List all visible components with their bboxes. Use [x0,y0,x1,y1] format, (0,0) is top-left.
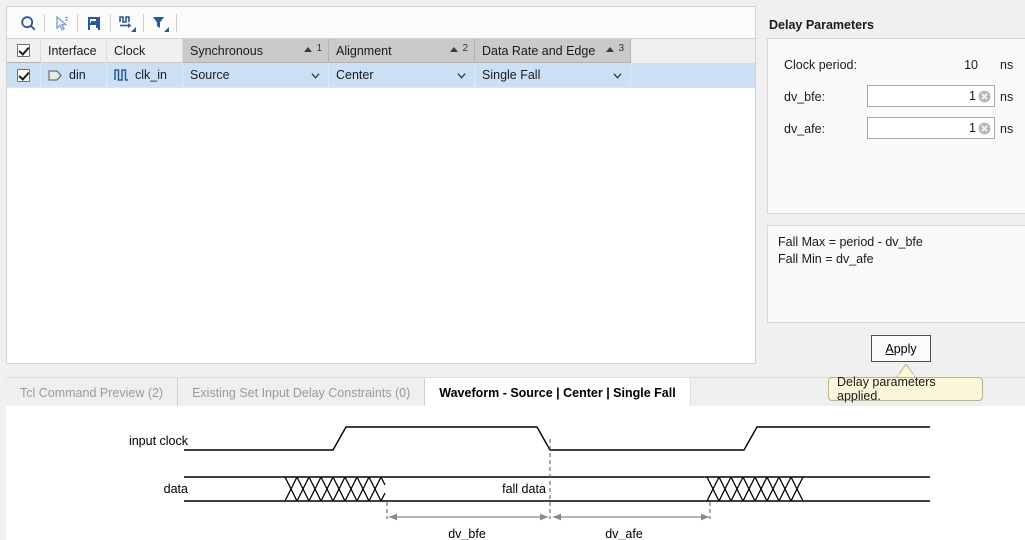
clear-icon[interactable] [978,90,991,103]
cell-data-rate-and-edge[interactable]: Single Fall [475,63,631,88]
dv-bfe-field[interactable] [876,89,976,103]
column-header-data-rate-and-edge[interactable]: Data Rate and Edge 3 [475,39,631,63]
tooltip: Delay parameters applied. [828,375,983,403]
dv-bfe-dimension-label: dv_bfe [448,527,486,540]
dv-afe-input[interactable] [867,117,995,139]
delay-parameters-title: Delay Parameters [769,18,874,32]
dv-bfe-unit: ns [1000,90,1014,104]
tab-label: Tcl Command Preview (2) [20,385,164,400]
cell-data-rate-label: Single Fall [482,68,541,82]
cell-alignment[interactable]: Center [329,63,475,88]
chevron-down-icon[interactable] [311,71,320,80]
fall-data-label: fall data [502,482,546,496]
cell-synchronous-label: Source [190,68,230,82]
sort-ascending-icon [606,47,614,52]
dv-afe-dimension [553,513,709,521]
column-header-alignment[interactable]: Alignment 2 [329,39,475,63]
input-delay-constraint-dialog: Interface Clock Synchronous 1 Alignment … [0,0,1025,540]
select-cursor-icon[interactable] [48,10,74,36]
clock-waveform-icon [114,69,128,81]
sort-ascending-icon [304,47,312,52]
dv-bfe-label: dv_bfe: [784,90,826,104]
input-clock-trace [184,426,930,451]
data-label: data [164,482,188,496]
dv-bfe-input[interactable] [867,85,995,107]
cell-interface: din [41,63,107,88]
tooltip-text: Delay parameters applied. [837,375,936,403]
column-header-clock[interactable]: Clock [107,39,183,63]
cell-clock: clk_in [107,63,183,88]
sort-ascending-icon [450,47,458,52]
row-checkbox[interactable] [17,68,30,82]
formula-fall-max: Fall Max = period - dv_bfe [778,235,923,249]
column-header-alignment-label: Alignment [336,43,392,58]
toolbar-separator [110,14,111,32]
column-header-interface-label: Interface [48,43,97,58]
dv-afe-dimension-label: dv_afe [605,527,643,540]
delay-parameters-pane: Delay Parameters Clock period: 10 ns dv_… [758,0,1025,368]
tab-waveform[interactable]: Waveform - Source | Center | Single Fall [425,378,691,407]
formula-box: Fall Max = period - dv_bfe Fall Min = dv… [767,225,1025,323]
tab-existing-constraints[interactable]: Existing Set Input Delay Constraints (0) [178,378,426,407]
header-select-all-checkbox[interactable] [7,39,41,63]
toolbar-separator [44,14,45,32]
data-bus-trace [184,476,930,502]
dv-afe-unit: ns [1000,122,1014,136]
interface-table-pane: Interface Clock Synchronous 1 Alignment … [0,0,758,368]
column-header-clock-label: Clock [114,43,146,58]
table-row[interactable]: din clk_in Source Center Single Fall [7,63,755,88]
interface-table: Interface Clock Synchronous 1 Alignment … [6,38,756,364]
column-header-synchronous[interactable]: Synchronous 1 [183,39,329,63]
clock-period-label: Clock period: [784,58,857,72]
tab-label: Existing Set Input Delay Constraints (0) [192,385,411,400]
clock-period-unit: ns [1000,58,1014,72]
select-all-checkbox[interactable] [17,44,30,57]
cell-synchronous[interactable]: Source [183,63,329,88]
cell-alignment-label: Center [336,68,374,82]
auto-detect-icon[interactable] [81,10,107,36]
toolbar-separator [143,14,144,32]
cell-clock-label: clk_in [135,68,167,82]
table-toolbar [6,6,756,39]
column-header-data-rate-label: Data Rate and Edge [482,43,596,58]
toolbar-separator [176,14,177,32]
dv-bfe-dimension [389,513,548,521]
column-header-interface[interactable]: Interface [41,39,107,63]
waveform-diagram: input clock data fall data dv_bfe dv_afe [129,426,930,540]
interface-port-icon [48,70,62,80]
data-transition-region-left [284,476,386,502]
chevron-down-icon[interactable] [457,71,466,80]
sort-order-number: 2 [462,43,468,54]
apply-button-mnemonic: A [885,341,894,356]
dv-afe-label: dv_afe: [784,122,826,136]
apply-button-label: pply [893,341,917,356]
waveform-panel: input clock data fall data dv_bfe dv_afe [6,406,1025,540]
delay-parameters-box: Clock period: 10 ns dv_bfe: ns dv_afe: [767,38,1025,214]
clock-period-value: 10 [964,58,978,72]
tab-label: Waveform - Source | Center | Single Fall [439,385,676,400]
column-header-synchronous-label: Synchronous [190,43,263,58]
sort-order-number: 3 [618,43,624,54]
filter-icon[interactable] [147,10,173,36]
clear-icon[interactable] [978,122,991,135]
table-header-row: Interface Clock Synchronous 1 Alignment … [7,39,755,63]
apply-button[interactable]: Apply [871,335,931,362]
chevron-down-icon[interactable] [613,71,622,80]
tab-tcl-command-preview[interactable]: Tcl Command Preview (2) [6,378,179,407]
search-icon[interactable] [15,10,41,36]
row-checkbox-cell[interactable] [7,63,41,88]
input-clock-label: input clock [129,434,189,448]
waveform-icon[interactable] [114,10,140,36]
toolbar-separator [77,14,78,32]
sort-order-number: 1 [316,43,322,54]
dv-afe-field[interactable] [876,121,976,135]
cell-interface-label: din [69,68,86,82]
formula-fall-min: Fall Min = dv_afe [778,252,874,266]
data-transition-region-right [706,476,804,502]
